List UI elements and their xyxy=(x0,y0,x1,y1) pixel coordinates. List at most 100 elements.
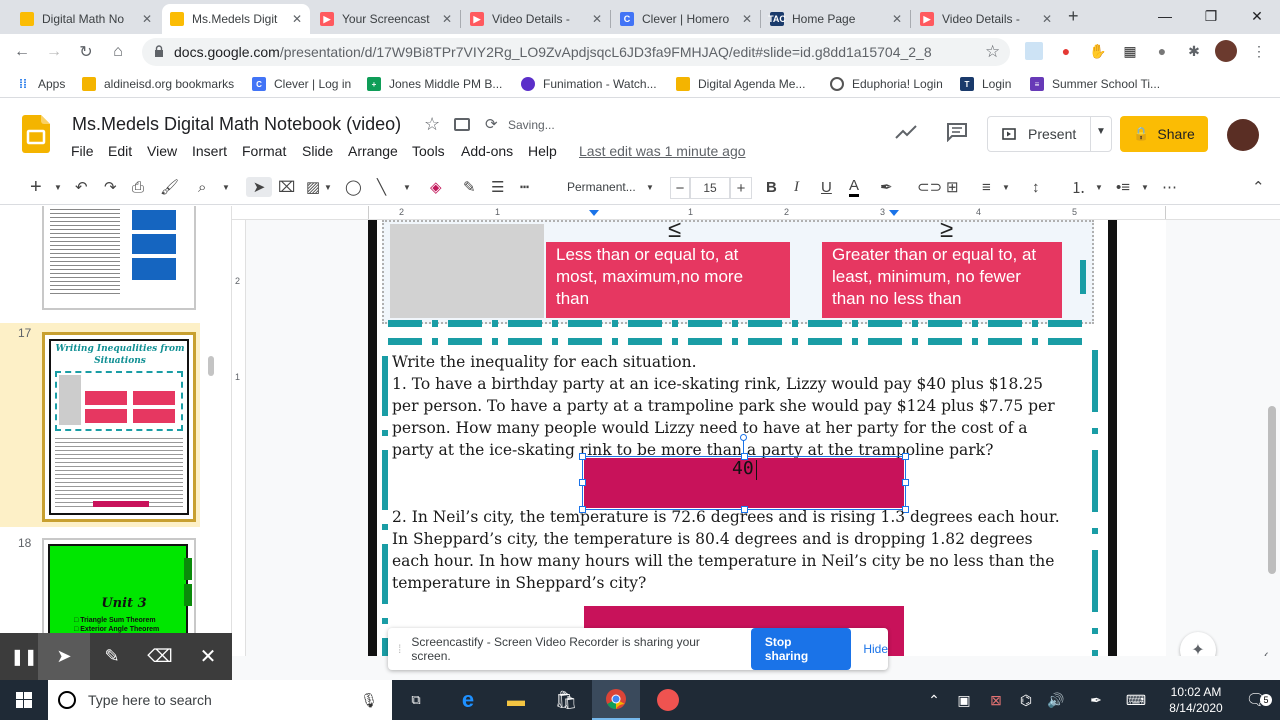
filmstrip-scrollbar[interactable] xyxy=(208,356,214,376)
menu-format[interactable]: Format xyxy=(242,143,286,159)
bookmark-login[interactable]: T Login xyxy=(960,75,1011,93)
back-icon[interactable]: ← xyxy=(10,40,34,64)
image-icon[interactable]: ▨ xyxy=(306,177,320,197)
align-icon[interactable]: ≡ xyxy=(982,177,991,197)
screencastify-ext-icon[interactable]: ● xyxy=(1057,42,1075,60)
numbered-list-icon[interactable]: ⒈ xyxy=(1071,177,1086,197)
chrome-taskbar-icon[interactable] xyxy=(592,680,640,720)
text-box-icon[interactable]: ⌧ xyxy=(278,177,295,197)
editor-scrollbar[interactable] xyxy=(1268,406,1276,574)
rotate-handle[interactable] xyxy=(740,434,747,441)
close-tab-icon[interactable]: ✕ xyxy=(742,12,752,26)
clock[interactable]: 10:02 AM 8/14/2020 xyxy=(1160,684,1232,716)
line-dropdown-icon[interactable]: ▼ xyxy=(403,177,411,197)
star-icon[interactable]: ☆ xyxy=(424,114,440,135)
present-dropdown-icon[interactable]: ▼ xyxy=(1096,126,1106,137)
tab-clever[interactable]: C Clever | Homero ✕ xyxy=(612,4,760,34)
close-tab-icon[interactable]: ✕ xyxy=(892,12,902,26)
close-tab-icon[interactable]: ✕ xyxy=(292,12,302,26)
grid-ext-icon[interactable]: ▦ xyxy=(1121,42,1139,60)
fill-color-icon[interactable]: ◈ xyxy=(430,177,442,197)
close-tab-icon[interactable]: ✕ xyxy=(142,12,152,26)
menu-file[interactable]: File xyxy=(71,143,94,159)
hide-button[interactable]: Hide xyxy=(863,642,888,656)
new-slide-dropdown-icon[interactable]: ▼ xyxy=(54,177,62,197)
bold-icon[interactable]: B xyxy=(766,177,777,197)
action-center-icon[interactable]: 🗨 5 xyxy=(1232,680,1280,720)
tab-video-details-2[interactable]: ▶ Video Details - ✕ xyxy=(912,4,1060,34)
comment-add-icon[interactable]: ⊞ xyxy=(946,177,959,197)
extension-icon-1[interactable] xyxy=(1025,42,1043,60)
link-icon[interactable]: ⊂⊃ xyxy=(917,177,942,197)
resize-handle[interactable] xyxy=(902,453,909,460)
file-explorer-icon[interactable]: ▬ xyxy=(492,680,540,720)
explore-icon[interactable]: ✦ xyxy=(1180,632,1216,656)
move-folder-icon[interactable] xyxy=(454,118,470,131)
right-indent-marker-icon[interactable] xyxy=(889,210,899,216)
resize-handle[interactable] xyxy=(902,479,909,486)
account-avatar[interactable] xyxy=(1227,119,1259,151)
close-tab-icon[interactable]: ✕ xyxy=(592,12,602,26)
close-annotations-icon[interactable]: ✕ xyxy=(184,633,232,680)
text-color-icon[interactable]: A xyxy=(849,177,860,197)
home-icon[interactable]: ⌂ xyxy=(106,40,130,64)
font-size-input[interactable]: 15 xyxy=(690,177,730,199)
redo-icon[interactable]: ↷ xyxy=(104,177,117,197)
numbered-list-dropdown-icon[interactable]: ▼ xyxy=(1095,177,1103,197)
bookmark-digital-agenda[interactable]: Digital Agenda Me... xyxy=(676,75,805,93)
bookmark-summer-school[interactable]: ≡ Summer School Ti... xyxy=(1030,75,1160,93)
slides-logo-icon[interactable] xyxy=(22,115,50,153)
zoom-dropdown-icon[interactable]: ▼ xyxy=(222,177,230,197)
bookmark-eduphoria[interactable]: Eduphoria! Login xyxy=(830,75,943,93)
present-button[interactable]: Present ▼ xyxy=(987,116,1112,152)
slide-canvas[interactable]: ≤ ≥ Less than or equal to, at most, maxi… xyxy=(368,220,1166,656)
align-dropdown-icon[interactable]: ▼ xyxy=(1002,177,1010,197)
doc-title[interactable]: Ms.Medels Digital Math Notebook (video) xyxy=(72,114,401,135)
resize-handle[interactable] xyxy=(579,479,586,486)
store-icon[interactable]: 🛍 xyxy=(542,680,590,720)
underline-icon[interactable]: U xyxy=(821,177,832,197)
close-tab-icon[interactable]: ✕ xyxy=(442,12,452,26)
select-cursor-icon[interactable]: ➤ xyxy=(246,177,272,197)
last-edit-link[interactable]: Last edit was 1 minute ago xyxy=(579,143,746,159)
print-icon[interactable]: ⎙ xyxy=(132,177,144,197)
new-tab-button[interactable]: + xyxy=(1068,6,1079,27)
undo-icon[interactable]: ↶ xyxy=(75,177,88,197)
image-dropdown-icon[interactable]: ▼ xyxy=(324,177,332,197)
bookmark-star-icon[interactable]: ☆ xyxy=(985,42,1000,62)
font-family-select[interactable]: Permanent... xyxy=(567,177,636,197)
tab-digital-math[interactable]: Digital Math No ✕ xyxy=(12,4,160,34)
menu-view[interactable]: View xyxy=(147,143,177,159)
bookmark-apps[interactable]: ⁞⁞ Apps xyxy=(16,75,65,93)
border-dash-icon[interactable]: ┅ xyxy=(520,177,529,197)
zoom-icon[interactable]: ⌕ xyxy=(198,177,206,197)
minimize-icon[interactable]: — xyxy=(1142,0,1188,32)
activity-trend-icon[interactable] xyxy=(895,125,917,139)
cursor-tool-icon[interactable]: ➤ xyxy=(38,633,90,680)
stop-sharing-button[interactable]: Stop sharing xyxy=(750,628,852,670)
font-dropdown-icon[interactable]: ▼ xyxy=(646,177,654,197)
comments-icon[interactable] xyxy=(946,122,968,142)
horizontal-ruler[interactable]: 2 1 1 2 3 4 5 xyxy=(232,206,1280,220)
tab-home-page[interactable]: TAC Home Page ✕ xyxy=(762,4,910,34)
bookmark-jones[interactable]: + Jones Middle PM B... xyxy=(367,75,502,93)
line-spacing-icon[interactable]: ↕ xyxy=(1032,177,1040,197)
menu-slide[interactable]: Slide xyxy=(302,143,333,159)
share-button[interactable]: 🔒 Share xyxy=(1120,116,1208,152)
taskbar-search-box[interactable]: Type here to search 🎙 xyxy=(48,680,392,720)
font-size-decrease[interactable]: − xyxy=(670,177,690,199)
reload-icon[interactable]: ↻ xyxy=(74,40,98,64)
border-color-icon[interactable]: ✎ xyxy=(463,177,476,197)
bookmark-clever[interactable]: C Clever | Log in xyxy=(252,75,351,93)
browser-menu-icon[interactable]: ⋮ xyxy=(1250,42,1268,60)
paint-format-icon[interactable]: 🖌 xyxy=(160,177,179,197)
address-bar[interactable]: docs.google.com/presentation/d/17W9Bi8TP… xyxy=(142,38,1010,66)
profile-avatar[interactable] xyxy=(1215,40,1237,62)
menu-arrange[interactable]: Arrange xyxy=(348,143,398,159)
close-tab-icon[interactable]: ✕ xyxy=(1042,12,1052,26)
tab-ms-medels[interactable]: Ms.Medels Digit ✕ xyxy=(162,4,310,34)
vertical-ruler[interactable]: 2 1 xyxy=(232,220,246,656)
bulleted-list-icon[interactable]: •≡ xyxy=(1116,177,1130,197)
slide-thumbnail-17[interactable]: Writing Inequalities from Situations xyxy=(42,332,196,522)
bookmark-aldine[interactable]: aldineisd.org bookmarks xyxy=(82,75,234,93)
